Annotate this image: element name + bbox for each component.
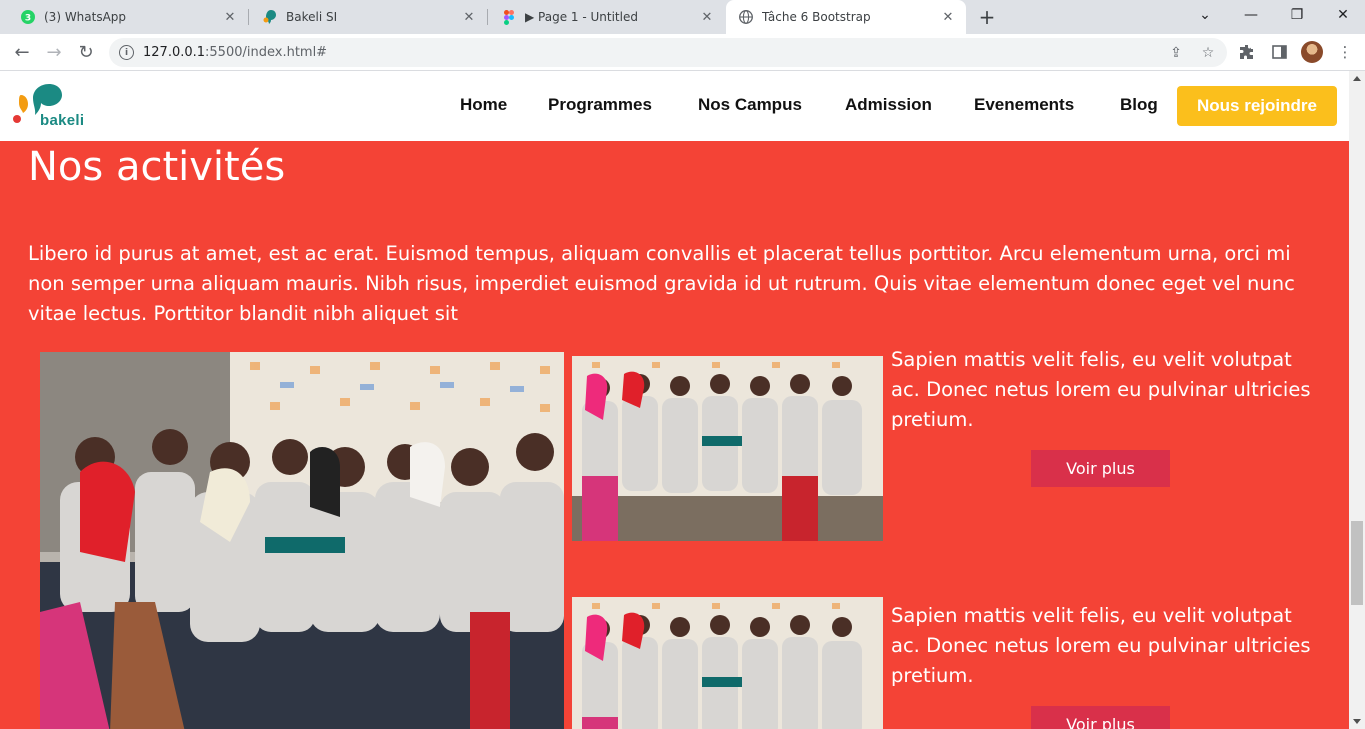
site-navbar: bakeli Home Programmes Nos Campus Admiss…	[0, 71, 1349, 141]
scrollbar-thumb[interactable]	[1351, 521, 1363, 605]
url-text[interactable]: 127.0.0.1:5500/index.html#	[143, 45, 327, 60]
address-bar[interactable]: i 127.0.0.1:5500/index.html# ⇪ ☆	[109, 38, 1227, 67]
info-icon[interactable]: i	[119, 45, 134, 60]
minimize-icon[interactable]: —	[1228, 0, 1274, 30]
close-icon[interactable]: ✕	[461, 9, 477, 25]
page-scrollbar[interactable]	[1349, 71, 1365, 729]
whatsapp-icon: 3	[20, 9, 36, 25]
browser-toolbar: ← → ↻ i 127.0.0.1:5500/index.html# ⇪ ☆	[0, 34, 1365, 71]
nav-home[interactable]: Home	[460, 95, 507, 115]
close-icon[interactable]: ✕	[699, 9, 715, 25]
url-path: :5500/index.html#	[205, 45, 328, 60]
browser-tabstrip: 3 (3) WhatsApp ✕ Bakeli SI ✕ ▶ Page 1 - …	[0, 0, 1365, 34]
close-window-icon[interactable]: ✕	[1320, 0, 1365, 30]
page-viewport: bakeli Home Programmes Nos Campus Admiss…	[0, 71, 1349, 729]
profile-avatar[interactable]	[1301, 41, 1323, 63]
reload-icon[interactable]: ↻	[72, 38, 100, 66]
tab-title: ▶ Page 1 - Untitled	[525, 10, 638, 24]
menu-kebab-icon[interactable]: ⋮	[1333, 38, 1357, 66]
side-panel-icon[interactable]	[1267, 38, 1291, 66]
nav-blog[interactable]: Blog	[1120, 95, 1158, 115]
activity-card-text-1: Sapien mattis velit felis, eu velit volu…	[891, 348, 1311, 431]
tab-whatsapp[interactable]: 3 (3) WhatsApp ✕	[8, 0, 248, 34]
activity-photo-1	[572, 356, 883, 541]
tab-bakeli[interactable]: Bakeli SI ✕	[250, 0, 487, 34]
activity-card-text-2: Sapien mattis velit felis, eu velit volu…	[891, 604, 1311, 687]
tab-title: Tâche 6 Bootstrap	[762, 10, 871, 24]
share-icon[interactable]: ⇪	[1167, 44, 1185, 62]
activity-photo-2	[572, 597, 883, 729]
svg-text:3: 3	[25, 14, 31, 24]
tab-bootstrap[interactable]: Tâche 6 Bootstrap ✕	[726, 0, 966, 34]
nav-evenements[interactable]: Evenements	[974, 95, 1074, 115]
close-icon[interactable]: ✕	[222, 9, 238, 25]
extensions-icon[interactable]	[1235, 38, 1259, 66]
voir-plus-button-1[interactable]: Voir plus	[1031, 450, 1170, 487]
tab-title: Bakeli SI	[286, 10, 338, 24]
activity-photo-large	[40, 352, 564, 729]
scroll-down-icon[interactable]	[1353, 719, 1361, 724]
tab-separator	[248, 9, 249, 25]
new-tab-button[interactable]: +	[975, 5, 999, 29]
join-button[interactable]: Nous rejoindre	[1177, 86, 1337, 126]
restore-icon[interactable]: ❐	[1274, 0, 1320, 30]
scroll-up-icon[interactable]	[1353, 76, 1361, 81]
tab-separator	[487, 9, 488, 25]
tab-search-icon[interactable]: ⌄	[1182, 0, 1228, 30]
section-description: Libero id purus at amet, est ac erat. Eu…	[28, 242, 1295, 325]
section-title: Nos activités	[28, 144, 286, 190]
url-host: 127.0.0.1	[143, 45, 206, 60]
nav-admission[interactable]: Admission	[845, 95, 932, 115]
nav-programmes[interactable]: Programmes	[548, 95, 652, 115]
bookmark-star-icon[interactable]: ☆	[1199, 44, 1217, 62]
tab-title: (3) WhatsApp	[44, 10, 127, 24]
forward-icon[interactable]: →	[40, 38, 68, 66]
bakeli-icon	[262, 9, 278, 25]
nav-nos-campus[interactable]: Nos Campus	[698, 95, 802, 115]
back-icon[interactable]: ←	[8, 38, 36, 66]
bakeli-logo[interactable]: bakeli	[11, 83, 91, 131]
globe-icon	[738, 9, 754, 25]
figma-icon	[501, 9, 517, 25]
close-icon[interactable]: ✕	[940, 9, 956, 25]
logo-text: bakeli	[40, 112, 85, 129]
tab-figma[interactable]: ▶ Page 1 - Untitled ✕	[489, 0, 725, 34]
voir-plus-button-2[interactable]: Voir plus	[1031, 706, 1170, 729]
